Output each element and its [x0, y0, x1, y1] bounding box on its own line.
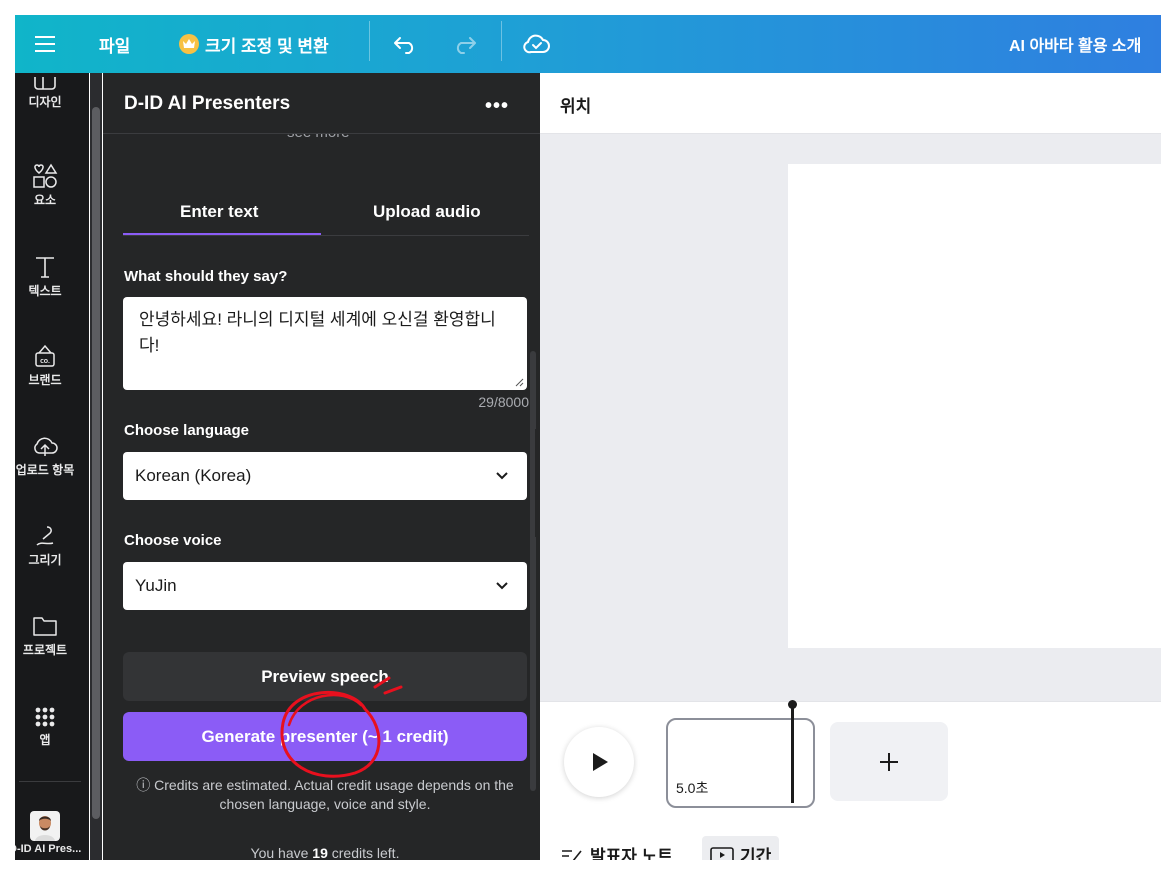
notes-icon	[562, 849, 582, 860]
chevron-down-icon	[496, 582, 508, 590]
speaker-notes-button[interactable]: 발표자 노트	[560, 842, 673, 860]
generate-presenter-button[interactable]: Generate presenter (~ 1 credit)	[123, 712, 527, 761]
rail-item-projects[interactable]: 프로젝트	[15, 613, 75, 658]
script-label: What should they say?	[124, 268, 288, 285]
plus-icon	[880, 753, 898, 771]
preview-speech-button[interactable]: Preview speech	[123, 652, 527, 701]
clip-duration: 5.0초	[676, 780, 709, 796]
redo-icon[interactable]	[451, 15, 477, 73]
active-tab-indicator	[123, 233, 321, 235]
panel-title: D-ID AI Presenters	[124, 93, 291, 114]
voice-label: Choose voice	[124, 532, 222, 549]
canvas-area	[540, 134, 1161, 701]
script-text[interactable]: 안녕하세요! 라니의 디지털 세계에 오신걸 환영합니다!	[139, 307, 509, 359]
play-button[interactable]	[564, 727, 634, 797]
rail-item-draw[interactable]: 그리기	[15, 523, 75, 568]
elements-icon	[33, 163, 58, 188]
credit-note-text: Credits are estimated. Actual credit usa…	[154, 777, 514, 812]
resize-button[interactable]: 크기 조정 및 변환	[179, 15, 329, 73]
top-bar: 파일 크기 조정 및 변환 AI 아바타 활용 소개	[15, 15, 1161, 73]
tab-enter-text[interactable]: Enter text	[180, 202, 258, 222]
info-icon: ⓘ	[136, 777, 155, 793]
upload-icon	[34, 437, 58, 456]
resize-handle-icon[interactable]	[514, 377, 524, 387]
more-dots-icon[interactable]: •••	[485, 95, 509, 118]
credits-suffix: credits left.	[327, 845, 400, 860]
rail-item-brand[interactable]: CO. 브랜드	[15, 343, 75, 388]
design-icon	[34, 77, 56, 90]
rail-item-did-presenters[interactable]: D-ID AI Pres...	[15, 811, 82, 855]
notes-label: 발표자 노트	[590, 847, 673, 860]
rail-item-uploads[interactable]: 업로드 항목	[15, 433, 75, 478]
char-counter: 29/8000	[478, 394, 529, 410]
panel-header: D-ID AI Presenters •••	[103, 73, 540, 134]
panel-scrollbar[interactable]	[530, 351, 536, 791]
rail-label: 그리기	[28, 553, 62, 567]
voice-select[interactable]: YuJin	[123, 562, 527, 610]
editor-toolbar: 위치	[540, 73, 1161, 134]
script-textarea[interactable]: 안녕하세요! 라니의 디지털 세계에 오신걸 환영합니다!	[123, 297, 527, 390]
play-icon	[593, 753, 608, 771]
voice-value: YuJin	[135, 576, 177, 595]
language-select[interactable]: Korean (Korea)	[123, 452, 527, 500]
rail-item-apps[interactable]: 앱	[15, 705, 75, 748]
rail-scrollbar[interactable]	[90, 73, 102, 860]
language-label: Choose language	[124, 422, 250, 439]
apps-icon	[35, 707, 55, 727]
rail-scrollbar-thumb[interactable]	[92, 107, 100, 819]
rail-label: 디자인	[28, 95, 62, 109]
file-menu[interactable]: 파일	[99, 15, 130, 73]
app-window: 파일 크기 조정 및 변환 AI 아바타 활용 소개 디자인 요소 텍스트 CO…	[15, 15, 1161, 860]
tab-upload-audio[interactable]: Upload audio	[373, 202, 481, 222]
folder-icon	[33, 617, 57, 636]
svg-text:CO.: CO.	[40, 359, 50, 365]
design-page[interactable]	[788, 164, 1161, 648]
play-box-icon	[710, 846, 734, 860]
rail-label: D-ID AI Pres...	[15, 843, 82, 855]
playhead[interactable]	[791, 706, 794, 803]
document-title[interactable]: AI 아바타 활용 소개	[1009, 15, 1141, 73]
credits-prefix: You have	[250, 845, 313, 860]
rail-item-design[interactable]: 디자인	[15, 77, 75, 110]
undo-icon[interactable]	[393, 15, 419, 73]
rail-label: 브랜드	[28, 373, 62, 387]
rail-divider	[19, 781, 81, 782]
credit-note: ⓘ Credits are estimated. Actual credit u…	[123, 776, 527, 814]
resize-label: 크기 조정 및 변환	[205, 36, 329, 56]
chevron-down-icon	[496, 472, 508, 480]
rail-item-text[interactable]: 텍스트	[15, 254, 75, 299]
divider	[369, 21, 370, 61]
rail-label: 텍스트	[28, 284, 62, 298]
add-page-button[interactable]	[830, 722, 948, 801]
duration-button[interactable]: 기간	[702, 836, 780, 860]
position-button[interactable]: 위치	[560, 92, 591, 117]
brand-icon: CO.	[35, 344, 55, 367]
text-icon	[36, 257, 54, 278]
left-rail: 디자인 요소 텍스트 CO. 브랜드 업로드 항목 그리기 프로젝트 앱 D-I…	[15, 73, 89, 860]
tab-divider	[123, 235, 529, 236]
avatar-app-icon	[30, 811, 60, 841]
timeline: 5.0초 발표자 노트 기간	[540, 700, 1161, 860]
hamburger-icon[interactable]	[35, 15, 55, 73]
rail-item-elements[interactable]: 요소	[15, 163, 75, 208]
app-panel: D-ID AI Presenters ••• see more Enter te…	[103, 73, 540, 860]
rail-label: 요소	[33, 193, 57, 207]
divider	[501, 21, 502, 61]
rail-label: 업로드 항목	[15, 463, 75, 477]
rail-label: 앱	[39, 733, 51, 747]
credits-count: 19	[312, 845, 328, 860]
draw-icon	[36, 526, 54, 546]
credits-remaining: You have 19 credits left.	[123, 845, 527, 860]
cloud-check-icon[interactable]	[523, 15, 551, 73]
language-value: Korean (Korea)	[135, 466, 252, 485]
crown-icon	[179, 34, 199, 54]
rail-label: 프로젝트	[22, 643, 68, 657]
duration-label: 기간	[740, 847, 772, 860]
